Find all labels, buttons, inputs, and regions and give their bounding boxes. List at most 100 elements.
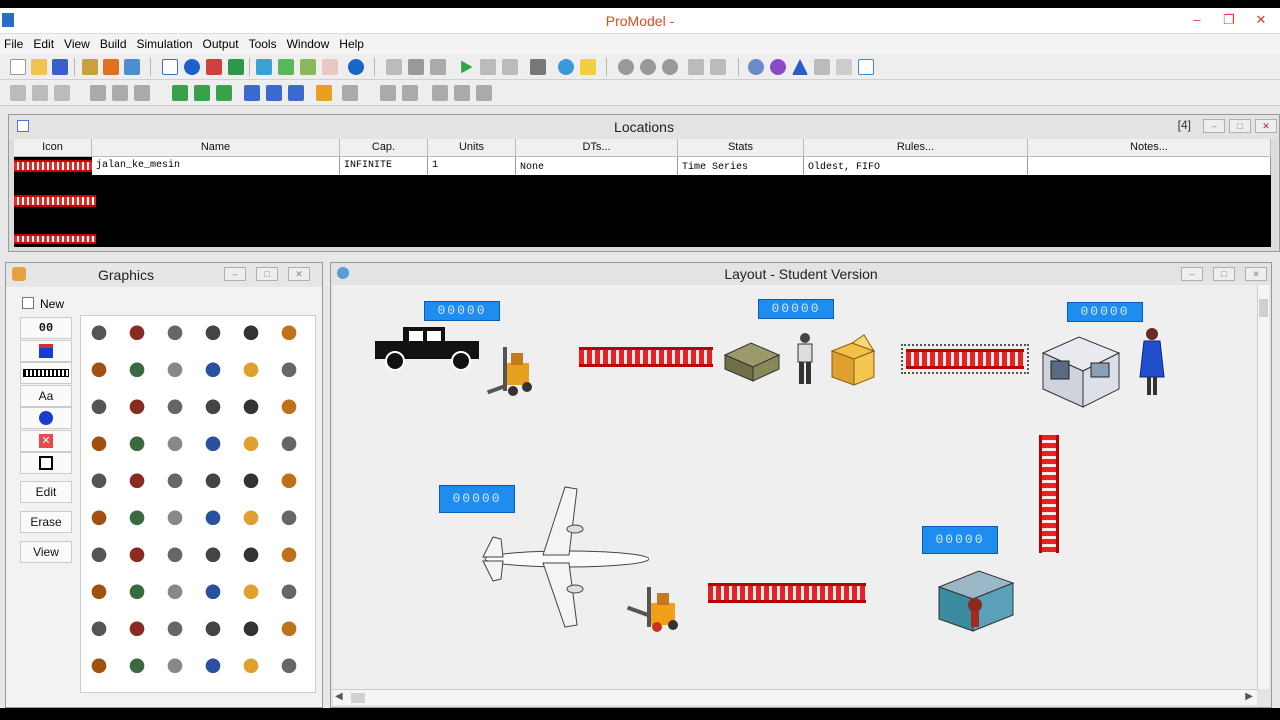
resource-icon[interactable] <box>228 59 244 75</box>
library-graphic-icon[interactable] <box>125 396 149 420</box>
library-graphic-icon[interactable] <box>87 433 111 457</box>
col-header-notes[interactable]: Notes... <box>1028 139 1271 157</box>
library-graphic-icon[interactable] <box>87 618 111 642</box>
menu-build[interactable]: Build <box>96 34 133 54</box>
save-icon[interactable] <box>52 59 68 75</box>
col-header-icon[interactable]: Icon <box>14 139 92 157</box>
forklift-icon[interactable] <box>623 579 687 639</box>
tb2-icon-4[interactable] <box>90 85 106 101</box>
locations-close-icon[interactable]: ✕ <box>1255 119 1277 133</box>
globe-icon[interactable] <box>558 59 574 75</box>
library-graphic-icon[interactable] <box>201 322 225 346</box>
align-icon-5[interactable] <box>266 85 282 101</box>
menu-view[interactable]: View <box>60 34 96 54</box>
library-graphic-icon[interactable] <box>201 581 225 605</box>
info-icon[interactable] <box>348 59 364 75</box>
conveyor-location-selected[interactable] <box>901 344 1029 374</box>
col-header-cap[interactable]: Cap. <box>340 139 428 157</box>
library-graphic-icon[interactable] <box>277 507 301 531</box>
arrivals-icon[interactable] <box>256 59 272 75</box>
cnc-machine-icon[interactable] <box>1039 331 1123 409</box>
tb2-icon-5[interactable] <box>112 85 128 101</box>
library-graphic-icon[interactable] <box>87 396 111 420</box>
library-graphic-icon[interactable] <box>163 396 187 420</box>
align-icon-1[interactable] <box>172 85 188 101</box>
attributes-icon[interactable] <box>322 59 338 75</box>
counter-machine-area[interactable]: 00000 <box>1067 302 1143 322</box>
library-graphic-icon[interactable] <box>201 655 225 679</box>
library-graphic-icon[interactable] <box>125 359 149 383</box>
save-run-icon[interactable] <box>430 59 446 75</box>
new-checkbox[interactable] <box>22 297 34 309</box>
cardboard-box-icon[interactable] <box>826 333 878 389</box>
conveyor-tool[interactable] <box>20 362 72 384</box>
library-graphic-icon[interactable] <box>125 433 149 457</box>
library-graphic-icon[interactable] <box>87 507 111 531</box>
layout-horizontal-scrollbar[interactable]: ◀ ▶ <box>333 689 1257 705</box>
text-tool[interactable]: Aa <box>20 385 72 407</box>
library-graphic-icon[interactable] <box>201 507 225 531</box>
locations-icon[interactable] <box>82 59 98 75</box>
align-icon-4[interactable] <box>244 85 260 101</box>
scenarios-icon[interactable] <box>530 59 546 75</box>
line-icon[interactable] <box>206 59 222 75</box>
scroll-right-icon[interactable]: ▶ <box>1245 691 1253 702</box>
library-graphic-icon[interactable] <box>201 544 225 568</box>
circle-icon[interactable] <box>184 59 200 75</box>
layout-maximize-icon[interactable]: □ <box>1213 267 1235 281</box>
tb2-icon-2[interactable] <box>32 85 48 101</box>
menu-edit[interactable]: Edit <box>29 34 60 54</box>
path-networks-icon[interactable] <box>124 59 140 75</box>
region-tool[interactable] <box>20 452 72 474</box>
library-graphic-icon[interactable] <box>163 618 187 642</box>
library-graphic-icon[interactable] <box>277 470 301 494</box>
library-graphic-icon[interactable] <box>125 581 149 605</box>
cell-units[interactable]: 1 <box>428 157 516 175</box>
output-viewer-icon[interactable] <box>580 59 596 75</box>
chart-2-icon[interactable] <box>710 59 726 75</box>
workstation-icon[interactable] <box>935 565 1015 635</box>
entities-icon[interactable] <box>103 59 119 75</box>
library-graphic-icon[interactable] <box>201 359 225 383</box>
menu-help[interactable]: Help <box>335 34 370 54</box>
menu-simulation[interactable]: Simulation <box>133 34 199 54</box>
layout-minimize-icon[interactable]: – <box>1181 267 1203 281</box>
gauge-tool[interactable] <box>20 340 72 362</box>
triangle-icon[interactable] <box>792 59 808 75</box>
cell-rules[interactable]: Oldest, FIFO <box>804 157 1028 175</box>
library-graphic-icon[interactable] <box>87 655 111 679</box>
library-graphic-icon[interactable] <box>277 359 301 383</box>
monitor-icon[interactable] <box>858 59 874 75</box>
graphics-minimize-icon[interactable]: – <box>224 267 246 281</box>
library-graphic-icon[interactable] <box>239 544 263 568</box>
view-button[interactable]: View <box>20 541 72 563</box>
truck-icon[interactable] <box>373 325 483 375</box>
align-icon-6[interactable] <box>288 85 304 101</box>
library-graphic-icon[interactable] <box>239 433 263 457</box>
operator-icon[interactable] <box>1139 327 1165 399</box>
menu-tools[interactable]: Tools <box>245 34 283 54</box>
library-graphic-icon[interactable] <box>163 470 187 494</box>
library-graphic-icon[interactable] <box>277 618 301 642</box>
library-graphic-icon[interactable] <box>125 544 149 568</box>
conveyor-location[interactable] <box>579 347 713 367</box>
counter-packing-area[interactable]: 00000 <box>758 299 834 319</box>
col-header-stats[interactable]: Stats <box>678 139 804 157</box>
library-graphic-icon[interactable] <box>201 433 225 457</box>
pause-icon[interactable] <box>480 59 496 75</box>
menu-file[interactable]: File <box>0 34 29 54</box>
library-graphic-icon[interactable] <box>163 581 187 605</box>
chart-icon[interactable] <box>688 59 704 75</box>
library-graphic-icon[interactable] <box>87 470 111 494</box>
library-graphic-icon[interactable] <box>239 322 263 346</box>
counter-tool[interactable]: 00 <box>20 317 72 339</box>
library-graphic-icon[interactable] <box>87 581 111 605</box>
col-header-name[interactable]: Name <box>92 139 340 157</box>
graphics-close-icon[interactable]: ✕ <box>288 267 310 281</box>
locations-maximize-icon[interactable]: □ <box>1229 119 1251 133</box>
tool-3-icon[interactable] <box>662 59 678 75</box>
library-graphic-icon[interactable] <box>239 581 263 605</box>
tb2-icon-9[interactable] <box>402 85 418 101</box>
col-header-rules[interactable]: Rules... <box>804 139 1028 157</box>
tool-2-icon[interactable] <box>640 59 656 75</box>
